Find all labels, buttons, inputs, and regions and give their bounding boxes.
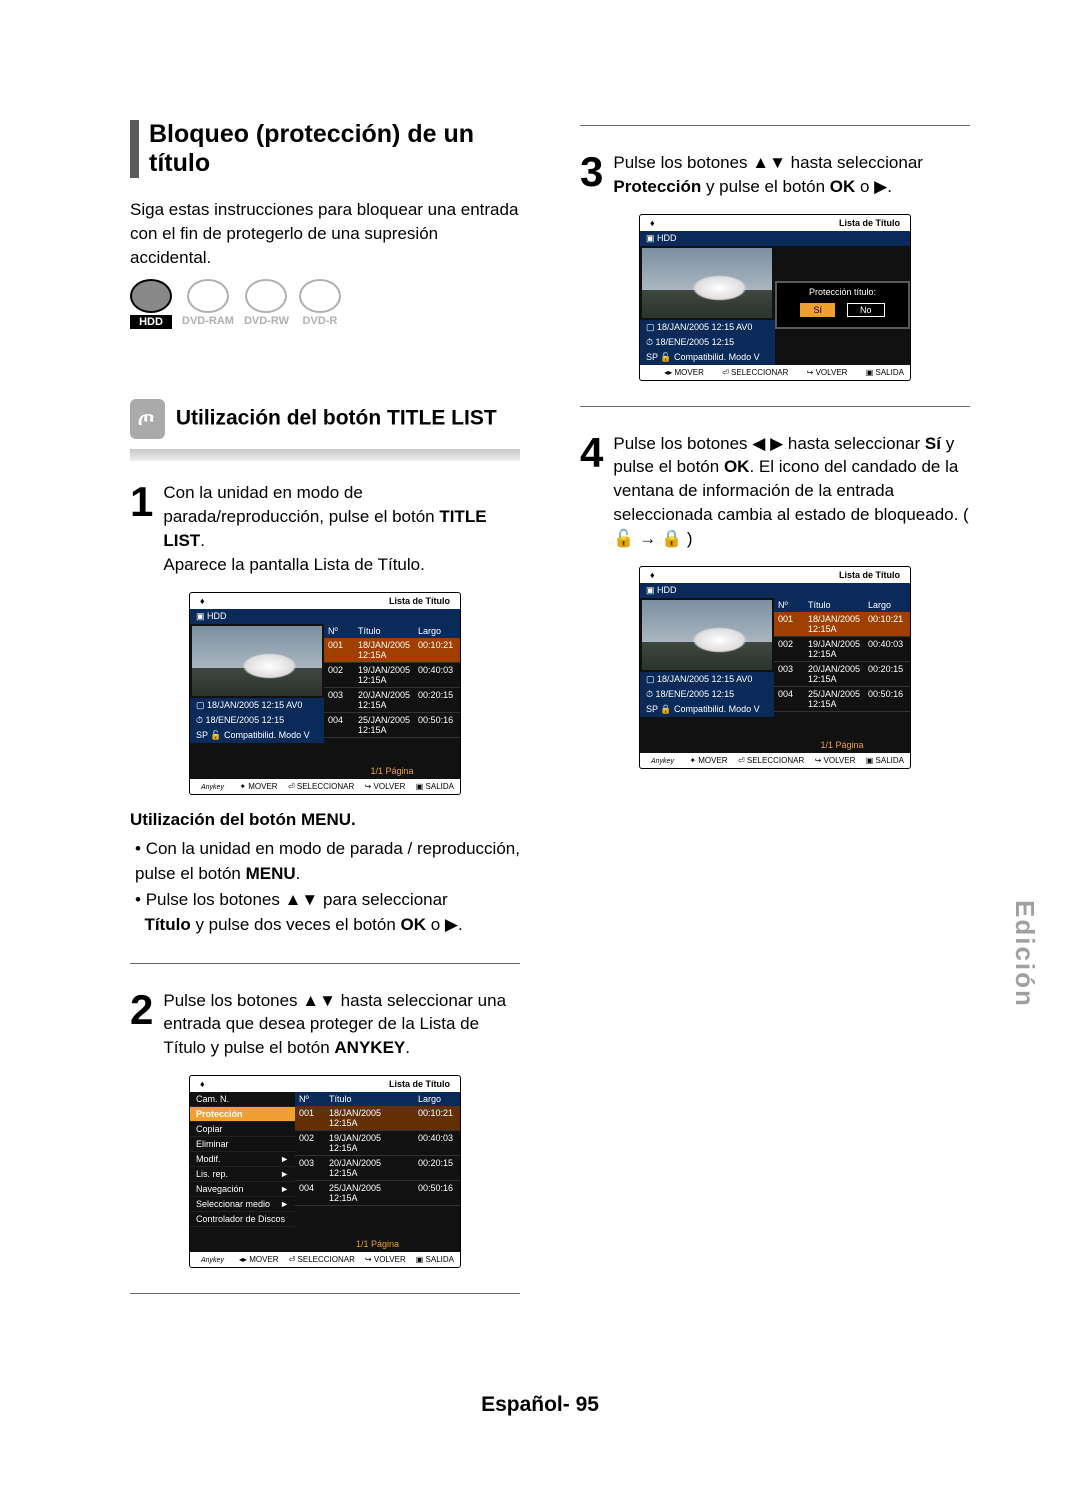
disc-icon-row: HDD DVD-RAM DVD-RW DVD-R <box>130 279 520 329</box>
dvd-r-icon: DVD-R <box>299 279 341 329</box>
step-3: 3 Pulse los botones ▲▼ hasta seleccionar… <box>580 151 970 199</box>
step-2: 2 Pulse los botones ▲▼ hasta seleccionar… <box>130 989 520 1060</box>
step-1: 1 Con la unidad en modo de parada/reprod… <box>130 481 520 576</box>
divider <box>130 449 520 461</box>
hdd-icon: HDD <box>130 279 172 329</box>
left-column: Bloqueo (protección) de un título Siga e… <box>130 120 520 1319</box>
screen-step-1: ♦ Lista de Título ▣ HDD ▢ 18/JAN/2005 12… <box>189 592 461 795</box>
menu-subheading: Utilización del botón MENU. <box>130 810 520 830</box>
intro-text: Siga estas instrucciones para bloquear u… <box>130 198 520 269</box>
step-1-after: Aparece la pantalla Lista de Título. <box>163 553 520 577</box>
screen-step-2: ♦ Lista de Título Cam. N. Protección Cop… <box>189 1075 461 1268</box>
step-4: 4 Pulse los botones ◀ ▶ hasta selecciona… <box>580 432 970 551</box>
page-body: Bloqueo (protección) de un título Siga e… <box>0 0 1080 1319</box>
menu-bullets: Con la unidad en modo de parada / reprod… <box>130 836 520 938</box>
dvd-ram-icon: DVD-RAM <box>182 279 234 329</box>
step-3-text: Pulse los botones ▲▼ hasta seleccionar P… <box>613 151 970 199</box>
page-footer: Español- 95 <box>0 1393 1080 1417</box>
section-heading: Bloqueo (protección) de un título <box>130 120 520 178</box>
step-2-text: Pulse los botones ▲▼ hasta seleccionar u… <box>163 989 520 1060</box>
screen-step-3: ♦ Lista de Título ▣ HDD ▢ 18/JAN/2005 12… <box>639 214 911 381</box>
step-4-text: Pulse los botones ◀ ▶ hasta seleccionar … <box>613 432 970 551</box>
right-column: 3 Pulse los botones ▲▼ hasta seleccionar… <box>580 120 970 1319</box>
title-list-button-icon <box>130 399 165 439</box>
screen-step-4: ♦ Lista de Título ▣ HDD ▢ 18/JAN/2005 12… <box>639 566 911 769</box>
divider <box>130 963 520 964</box>
side-tab-label: Edición <box>1009 900 1040 1008</box>
divider <box>580 125 970 126</box>
step-1-text: Con la unidad en modo de parada/reproduc… <box>163 481 520 552</box>
dvd-rw-icon: DVD-RW <box>244 279 289 329</box>
title-list-heading: Utilización del botón TITLE LIST <box>130 399 520 439</box>
divider <box>580 406 970 407</box>
divider <box>130 1293 520 1294</box>
